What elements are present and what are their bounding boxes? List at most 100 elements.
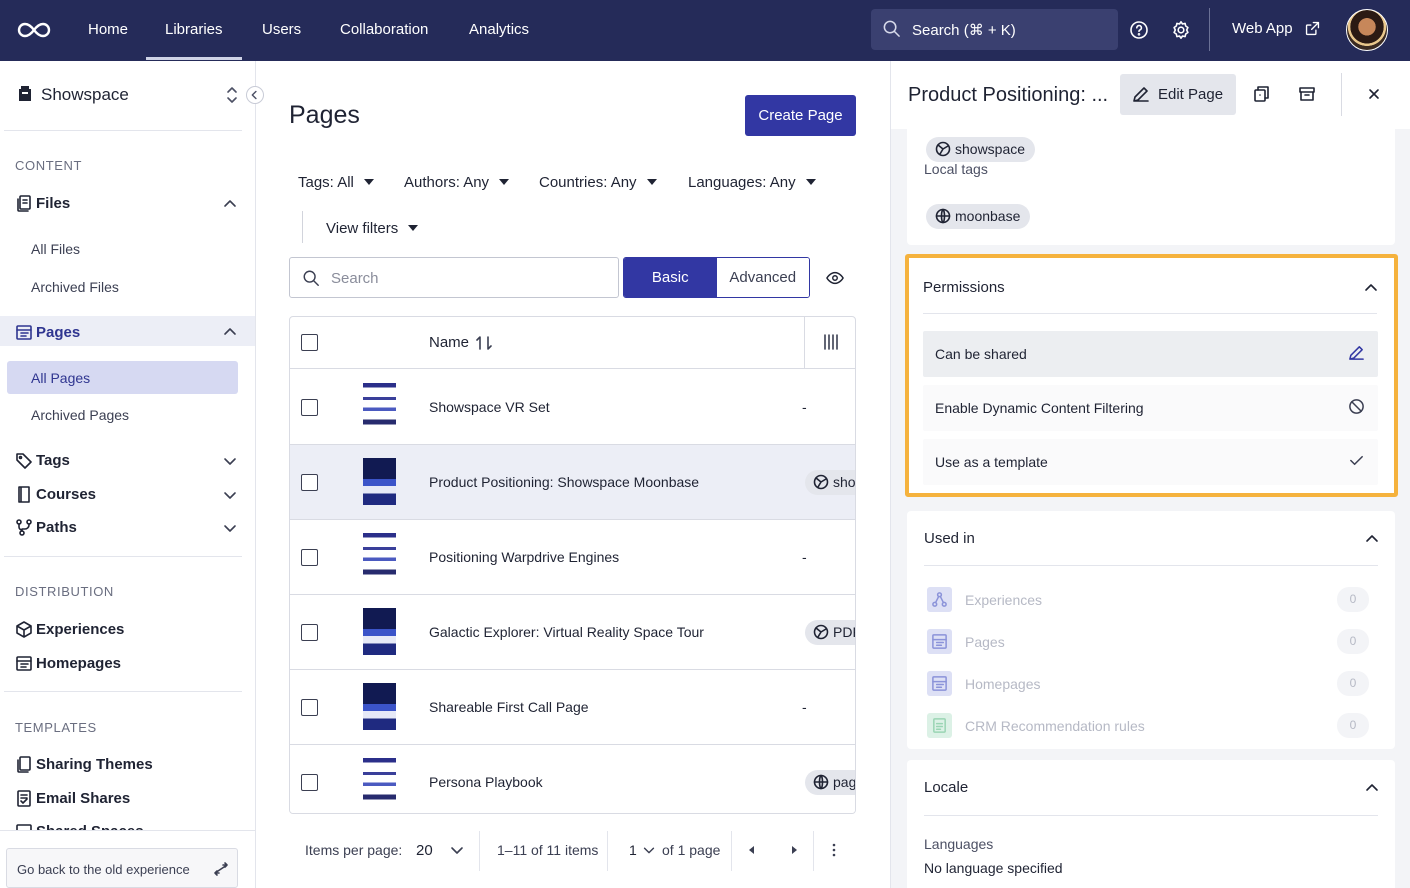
select-all-checkbox[interactable] bbox=[301, 334, 318, 351]
locale-card: Locale Languages No language specified bbox=[907, 760, 1395, 888]
items-range: 1–11 of 11 items bbox=[497, 842, 599, 858]
global-tag-icon bbox=[813, 624, 829, 640]
chevron-up-down-icon[interactable] bbox=[224, 85, 240, 105]
edit-page-button[interactable]: Edit Page bbox=[1120, 74, 1236, 115]
table-row[interactable]: Shareable First Call Page - bbox=[290, 670, 855, 745]
view-filters-dropdown[interactable]: View filters bbox=[326, 220, 419, 237]
row-checkbox[interactable] bbox=[301, 549, 318, 566]
search-mode-toggle[interactable]: Basic Advanced bbox=[623, 257, 810, 298]
nav-tab-collaboration[interactable]: Collaboration bbox=[340, 0, 428, 61]
previous-page-icon[interactable] bbox=[743, 841, 761, 859]
used-in-label: Homepages bbox=[965, 676, 1041, 692]
permission-label: Enable Dynamic Content Filtering bbox=[935, 400, 1144, 416]
duplicate-icon[interactable] bbox=[1252, 85, 1270, 103]
permission-can-be-shared[interactable]: Can be shared bbox=[923, 331, 1378, 377]
chevron-up-icon[interactable] bbox=[222, 196, 238, 212]
chevron-down-icon[interactable] bbox=[448, 841, 466, 859]
local-tag-chip[interactable]: moonbase bbox=[926, 204, 1031, 229]
row-checkbox[interactable] bbox=[301, 624, 318, 641]
chevron-up-icon[interactable] bbox=[1363, 280, 1379, 296]
sidebar-group-pages-label: Pages bbox=[36, 324, 81, 341]
create-page-button[interactable]: Create Page bbox=[745, 95, 856, 136]
table-row[interactable]: Showspace VR Set - bbox=[290, 370, 855, 445]
more-options-icon[interactable] bbox=[825, 841, 843, 859]
page-thumbnail bbox=[363, 758, 396, 805]
row-name[interactable]: Product Positioning: Showspace Moonbase bbox=[429, 474, 699, 490]
user-avatar[interactable] bbox=[1346, 9, 1388, 51]
permissions-divider bbox=[923, 313, 1377, 314]
used-in-homepages[interactable]: Homepages 0 bbox=[927, 671, 1372, 697]
column-header-name[interactable]: Name bbox=[429, 334, 469, 351]
row-checkbox[interactable] bbox=[301, 699, 318, 716]
used-in-experiences[interactable]: Experiences 0 bbox=[927, 587, 1372, 613]
row-checkbox[interactable] bbox=[301, 774, 318, 791]
pages-icon bbox=[932, 634, 947, 649]
search-mode-basic[interactable]: Basic bbox=[624, 258, 717, 297]
sidebar-item-all-pages[interactable]: All Pages bbox=[31, 370, 90, 386]
filter-tags-label: Tags: All bbox=[298, 174, 354, 191]
nav-tab-analytics[interactable]: Analytics bbox=[469, 0, 529, 61]
sidebar-divider bbox=[4, 691, 242, 692]
view-filters-label: View filters bbox=[326, 220, 399, 237]
used-in-label: CRM Recommendation rules bbox=[965, 718, 1145, 734]
chevron-up-icon[interactable] bbox=[222, 324, 238, 340]
nav-tab-libraries[interactable]: Libraries bbox=[146, 0, 241, 61]
help-icon[interactable] bbox=[1129, 20, 1149, 40]
chevron-down-icon[interactable] bbox=[222, 487, 238, 503]
table-row[interactable]: Positioning Warpdrive Engines - bbox=[290, 520, 855, 595]
row-name[interactable]: Persona Playbook bbox=[429, 774, 543, 790]
chevron-down-icon[interactable] bbox=[222, 520, 238, 536]
filter-authors[interactable]: Authors: Any bbox=[404, 174, 510, 191]
row-name[interactable]: Showspace VR Set bbox=[429, 399, 550, 415]
sidebar-item-archived-files[interactable]: Archived Files bbox=[31, 279, 119, 295]
filter-tags[interactable]: Tags: All bbox=[298, 174, 374, 191]
pages-search-field[interactable] bbox=[289, 257, 619, 298]
sort-arrows-icon[interactable] bbox=[476, 335, 492, 351]
row-name[interactable]: Positioning Warpdrive Engines bbox=[429, 549, 619, 565]
table-row[interactable]: Persona Playbook pages bbox=[290, 745, 855, 813]
page-select[interactable]: 1 bbox=[629, 842, 637, 858]
app-logo-icon[interactable] bbox=[16, 16, 52, 44]
global-tag-chip[interactable]: showspace bbox=[926, 137, 1036, 162]
permission-dynamic-content-filtering[interactable]: Enable Dynamic Content Filtering bbox=[923, 385, 1378, 431]
columns-settings-icon[interactable] bbox=[822, 333, 840, 351]
close-icon[interactable] bbox=[1365, 85, 1383, 103]
chevron-up-icon[interactable] bbox=[1364, 531, 1380, 547]
pencil-icon[interactable] bbox=[1348, 344, 1365, 361]
table-row[interactable]: Galactic Explorer: Virtual Reality Space… bbox=[290, 595, 855, 670]
collapse-sidebar-button[interactable] bbox=[246, 86, 264, 104]
filter-languages[interactable]: Languages: Any bbox=[688, 174, 816, 191]
global-search-input[interactable]: Search (⌘ + K) bbox=[871, 9, 1118, 50]
nav-tab-home[interactable]: Home bbox=[88, 0, 128, 61]
search-mode-advanced[interactable]: Advanced bbox=[716, 258, 809, 297]
items-per-page-select[interactable]: 20 bbox=[416, 842, 433, 859]
main-content: Pages Create Page Tags: All Authors: Any… bbox=[256, 61, 890, 888]
sidebar-item-all-files[interactable]: All Files bbox=[31, 241, 80, 257]
table-row[interactable]: Product Positioning: Showspace Moonbase … bbox=[290, 445, 855, 520]
next-page-icon[interactable] bbox=[785, 841, 803, 859]
web-app-link[interactable]: Web App bbox=[1232, 20, 1320, 37]
filter-countries[interactable]: Countries: Any bbox=[539, 174, 657, 191]
used-in-pages[interactable]: Pages 0 bbox=[927, 629, 1372, 655]
archive-icon[interactable] bbox=[1298, 85, 1316, 103]
old-experience-button[interactable]: Go back to the old experience bbox=[6, 848, 238, 888]
row-checkbox[interactable] bbox=[301, 474, 318, 491]
row-name[interactable]: Shareable First Call Page bbox=[429, 699, 589, 715]
nav-tab-users[interactable]: Users bbox=[262, 0, 301, 61]
permission-use-as-template[interactable]: Use as a template bbox=[923, 439, 1378, 485]
courses-book-icon bbox=[18, 486, 30, 503]
pages-search-input[interactable] bbox=[331, 268, 601, 288]
sidebar-item-archived-pages[interactable]: Archived Pages bbox=[31, 407, 129, 423]
email-shares-icon bbox=[17, 790, 31, 807]
chevron-down-icon[interactable] bbox=[222, 453, 238, 469]
used-in-crm-rules[interactable]: CRM Recommendation rules 0 bbox=[927, 713, 1372, 739]
settings-gear-icon[interactable] bbox=[1171, 20, 1191, 40]
eye-icon[interactable] bbox=[826, 269, 844, 287]
chevron-down-icon[interactable] bbox=[641, 842, 657, 858]
page-thumbnail bbox=[363, 458, 396, 505]
chevron-up-icon[interactable] bbox=[1364, 780, 1380, 796]
row-name[interactable]: Galactic Explorer: Virtual Reality Space… bbox=[429, 624, 704, 640]
languages-value: No language specified bbox=[924, 860, 1063, 876]
row-checkbox[interactable] bbox=[301, 399, 318, 416]
row-tag-empty: - bbox=[802, 699, 807, 715]
